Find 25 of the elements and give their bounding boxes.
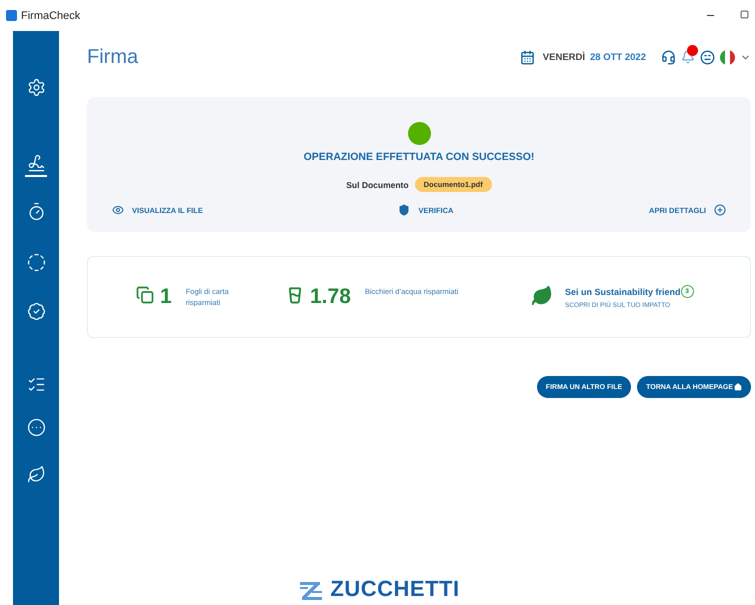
stat-value: 1	[160, 286, 172, 308]
shield-icon	[398, 204, 410, 216]
eye-icon	[112, 204, 124, 216]
sustainability-title: Sei un Sustainability friend	[565, 286, 681, 296]
glass-icon	[286, 286, 304, 304]
success-dot	[408, 122, 430, 145]
app-icon	[6, 10, 17, 21]
window-title: FirmaCheck	[21, 10, 80, 22]
calendar-icon	[520, 50, 535, 64]
success-message: OPERAZIONE EFFETTUATA CON SUCCESSO!	[304, 151, 534, 163]
weekday: VENERDÌ	[542, 52, 586, 62]
zucchetti-logo: ZUCCHETTI	[330, 576, 460, 602]
bell-icon[interactable]	[681, 50, 695, 64]
plus-circle-icon	[714, 204, 726, 216]
stat-value: 1.78	[310, 286, 351, 308]
document-label: Sul Documento	[346, 180, 409, 190]
page-title: Firma	[87, 46, 138, 68]
maximize-icon[interactable]	[740, 10, 749, 19]
headset-icon[interactable]	[661, 50, 676, 64]
face-icon[interactable]	[700, 50, 715, 64]
date: 28 OTT 2022	[590, 52, 646, 62]
home-icon	[734, 383, 742, 391]
flag-icon[interactable]	[720, 50, 735, 64]
leaf-icon	[531, 285, 553, 307]
copy-icon	[136, 286, 154, 304]
